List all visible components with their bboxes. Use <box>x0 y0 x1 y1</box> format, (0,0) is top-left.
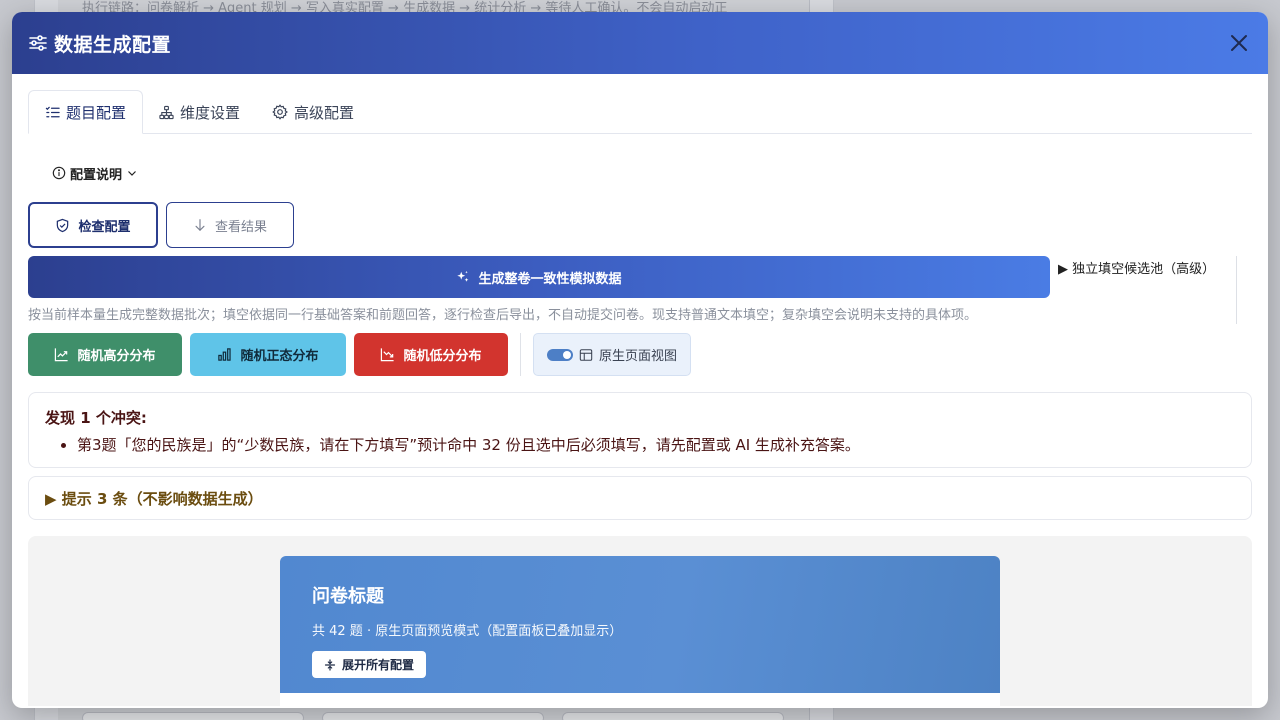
conflict-list: 第3题「您的民族是」的“少数民族，请在下方填写”预计命中 32 份且选中后必须填… <box>45 434 1235 455</box>
close-icon <box>1231 35 1247 51</box>
tab-label: 高级配置 <box>294 103 355 122</box>
generate-data-label: 生成整卷一致性模拟数据 <box>478 271 622 287</box>
tab-label: 题目配置 <box>66 103 127 122</box>
divider <box>520 333 521 376</box>
divider <box>1236 256 1237 324</box>
conflict-title-prefix: 发现 <box>45 409 76 427</box>
modal-body: 题目配置 维度设置 高级配置 配置说明 检查配置 查看结果 生成整卷一致性模拟数… <box>12 74 1268 706</box>
conflict-count: 1 <box>80 409 91 427</box>
survey-body-edge <box>280 693 1000 706</box>
random-high-label: 随机高分分布 <box>77 349 156 364</box>
info-icon <box>52 166 66 180</box>
background-chip <box>322 712 544 720</box>
gear-icon <box>272 104 288 120</box>
conflict-item: 第3题「您的民族是」的“少数民族，请在下方填写”预计命中 32 份且选中后必须填… <box>77 434 1235 455</box>
view-results-button[interactable]: 查看结果 <box>166 202 294 248</box>
view-results-label: 查看结果 <box>214 219 267 235</box>
native-page-preview: 问卷标题 共 42 题 · 原生页面预览模式（配置面板已叠加显示） 展开所有配置 <box>28 536 1252 706</box>
generate-data-button[interactable]: 生成整卷一致性模拟数据 <box>28 256 1050 298</box>
config-info-toggle[interactable]: 配置说明 <box>52 164 1252 183</box>
shield-check-icon <box>57 218 69 232</box>
conflict-title-suffix: 个冲突: <box>95 409 147 427</box>
generate-row: 生成整卷一致性模拟数据 ▶ 独立填空候选池（高级） <box>28 256 1252 324</box>
native-page-view-toggle[interactable]: 原生页面视图 <box>533 333 691 376</box>
trend-down-icon <box>381 348 395 362</box>
check-config-button[interactable]: 检查配置 <box>28 202 158 248</box>
random-high-distribution-button[interactable]: 随机高分分布 <box>28 333 182 376</box>
tab-label: 维度设置 <box>180 103 241 122</box>
fill-blank-pool-toggle[interactable]: ▶ 独立填空候选池（高级） <box>1058 258 1215 277</box>
tab-question-config[interactable]: 题目配置 <box>28 90 144 134</box>
conflict-title: 发现 1 个冲突: <box>45 407 1235 428</box>
generate-note: 按当前样本量生成完整数据批次；填空依据同一行基础答案和前题回答，逐行检查后导出，… <box>28 308 978 323</box>
modal-title: 数据生成配置 <box>54 33 172 56</box>
data-generation-modal: 数据生成配置 题目配置 维度设置 高级配置 配置说明 检查配置 查看结果 生成整… <box>12 12 1268 708</box>
native-page-view-label: 原生页面视图 <box>598 349 677 364</box>
survey-header-card: 问卷标题 共 42 题 · 原生页面预览模式（配置面板已叠加显示） 展开所有配置 <box>280 556 1000 706</box>
conflict-panel: 发现 1 个冲突: 第3题「您的民族是」的“少数民族，请在下方填写”预计命中 3… <box>28 392 1252 468</box>
expand-all-config-label: 展开所有配置 <box>342 658 415 672</box>
random-low-label: 随机低分分布 <box>403 349 482 364</box>
action-row: 检查配置 查看结果 <box>28 202 1252 248</box>
expand-icon <box>324 658 336 671</box>
survey-subtitle: 共 42 题 · 原生页面预览模式（配置面板已叠加显示） <box>312 624 623 639</box>
background-chip <box>82 712 304 720</box>
random-normal-distribution-button[interactable]: 随机正态分布 <box>190 333 346 376</box>
close-button[interactable] <box>1226 30 1252 56</box>
toggle-switch[interactable] <box>546 348 573 361</box>
chevron-down-icon <box>128 171 136 176</box>
background-chip <box>562 712 784 720</box>
list-icon <box>45 106 60 117</box>
random-low-distribution-button[interactable]: 随机低分分布 <box>354 333 508 376</box>
survey-title: 问卷标题 <box>312 586 384 607</box>
sliders-icon <box>28 33 48 53</box>
hierarchy-icon <box>159 105 174 119</box>
check-config-label: 检查配置 <box>78 219 131 235</box>
modal-header: 数据生成配置 <box>12 12 1268 74</box>
bar-chart-icon <box>218 348 232 361</box>
hints-toggle[interactable]: ▶ 提示 3 条（不影响数据生成） <box>28 476 1252 520</box>
fill-blank-pool-label: ▶ 独立填空候选池（高级） <box>1058 262 1216 277</box>
tab-advanced-config[interactable]: 高级配置 <box>256 90 370 134</box>
layout-icon <box>579 348 593 361</box>
expand-all-config-button[interactable]: 展开所有配置 <box>312 651 427 678</box>
random-normal-label: 随机正态分布 <box>240 349 319 364</box>
config-info-label: 配置说明 <box>70 167 123 183</box>
sparkle-icon <box>457 270 469 282</box>
distribution-row: 随机高分分布 随机正态分布 随机低分分布 原生页面视图 <box>28 333 1252 376</box>
hints-label: ▶ 提示 3 条（不影响数据生成） <box>45 489 263 508</box>
tab-dimension-settings[interactable]: 维度设置 <box>143 90 256 134</box>
arrow-down-icon <box>195 219 205 232</box>
tab-bar: 题目配置 维度设置 高级配置 <box>28 90 1252 134</box>
trend-up-icon <box>55 348 69 362</box>
